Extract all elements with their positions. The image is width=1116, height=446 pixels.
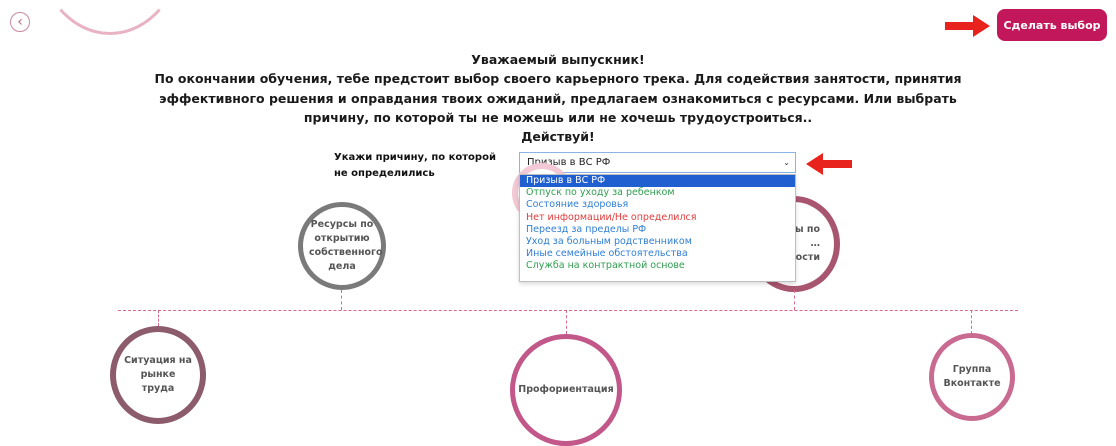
chevron-down-icon: ⌄ [783, 158, 790, 167]
reason-option[interactable]: Уход за больным родственником [520, 236, 795, 248]
message-title: Уважаемый выпускник! [471, 52, 645, 67]
circle-career-guidance-label: Профориентация [518, 384, 614, 395]
connector-stub [794, 290, 795, 310]
reason-option[interactable]: Служба на контрактной основе [520, 260, 795, 272]
arrow-left-icon [806, 153, 852, 175]
decorative-arc [35, 0, 185, 35]
connector-stub [566, 310, 567, 334]
circle-own-business[interactable]: Ресурсы по открытию собственного дела [298, 202, 386, 290]
circle-career-guidance[interactable]: Профориентация [510, 334, 622, 446]
connector-stub [341, 290, 342, 310]
reason-option[interactable]: Отпуск по уходу за ребенком [520, 187, 795, 199]
circle-labor-market-label: Ситуация на рынке труда [124, 355, 192, 394]
message-line-2: эффективного решения и оправдания твоих … [159, 91, 957, 106]
reason-option[interactable]: Состояние здоровья [520, 199, 795, 211]
reason-option[interactable]: Иные семейные обстоятельства [520, 248, 795, 260]
connector-line [118, 310, 1018, 311]
message-line-1: По окончании обучения, тебе предстоит вы… [154, 71, 962, 86]
reason-option[interactable]: Призыв в ВС РФ [520, 175, 795, 188]
arrow-right-icon [945, 15, 990, 37]
message-line-3: причину, по которой ты не можешь или не … [303, 110, 813, 125]
circle-vk-group-label: Группа Вконтакте [943, 364, 1001, 389]
reason-option[interactable]: Переезд за пределы РФ [520, 224, 795, 236]
back-icon[interactable]: ‹ [10, 12, 30, 32]
make-choice-button[interactable]: Сделать выбор [997, 9, 1107, 41]
circle-own-business-label: Ресурсы по открытию собственного дела [309, 219, 383, 272]
message-call-to-action: Действуй! [521, 129, 595, 144]
reason-option[interactable]: Нет информации/Не определился [520, 212, 795, 224]
connector-stub [971, 310, 972, 334]
circle-labor-market[interactable]: Ситуация на рынке труда [110, 326, 206, 424]
reason-label: Укажи причину, по которой не определилис… [334, 152, 496, 179]
circle-vk-group[interactable]: Группа Вконтакте [929, 333, 1015, 421]
connector-stub [158, 310, 159, 326]
reason-dropdown[interactable]: Призыв в ВС РФ Отпуск по уходу за ребенк… [519, 174, 796, 282]
